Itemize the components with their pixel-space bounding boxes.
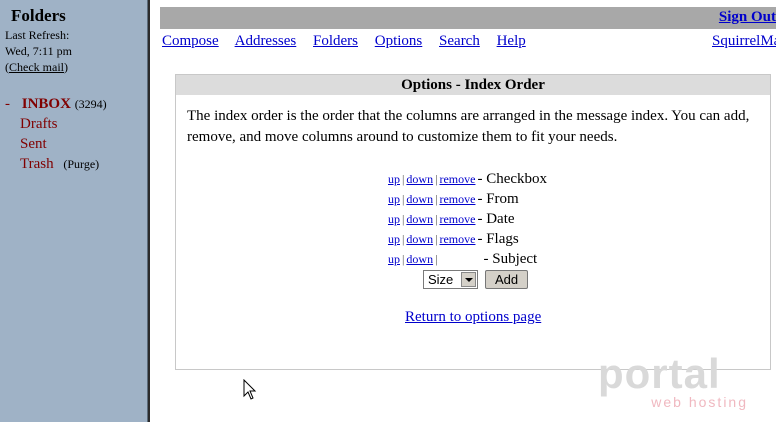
remove-link[interactable]: remove xyxy=(439,212,475,226)
separator: | xyxy=(402,192,405,206)
down-link[interactable]: down xyxy=(406,232,433,246)
down-link[interactable]: down xyxy=(406,172,433,186)
inbox-label[interactable]: INBOX xyxy=(22,96,71,112)
column-select-value: Size xyxy=(428,272,454,287)
separator: | xyxy=(435,232,438,246)
nav-search[interactable]: Search xyxy=(439,33,480,49)
mouse-pointer-icon xyxy=(243,379,257,400)
drafts-label[interactable]: Drafts xyxy=(20,116,58,132)
down-link[interactable]: down xyxy=(406,212,433,226)
separator: | xyxy=(435,192,438,206)
up-link[interactable]: up xyxy=(388,232,400,246)
folders-title: Folders xyxy=(11,6,66,25)
down-link[interactable]: down xyxy=(406,252,433,266)
folder-sent[interactable]: Sent xyxy=(20,136,47,153)
separator: | xyxy=(402,232,405,246)
up-link[interactable]: up xyxy=(388,172,400,186)
column-row-flags: up | down | remove - Flags xyxy=(388,231,519,248)
top-bar: Sign Out xyxy=(160,7,776,29)
down-link[interactable]: down xyxy=(406,192,433,206)
folder-drafts[interactable]: Drafts xyxy=(20,116,58,133)
up-link[interactable]: up xyxy=(388,192,400,206)
column-label: - Checkbox xyxy=(477,171,548,187)
check-mail-wrap: (Check mail) xyxy=(5,60,68,74)
separator: | xyxy=(435,212,438,226)
chevron-down-icon[interactable] xyxy=(461,272,476,287)
last-refresh-time: Wed, 7:11 pm xyxy=(5,44,72,58)
separator: | xyxy=(402,172,405,186)
separator: | xyxy=(435,172,438,186)
logo-tagline: web hosting xyxy=(651,394,748,410)
portal-logo: portal web hosting xyxy=(598,352,748,414)
separator: | xyxy=(435,252,438,266)
column-label: - Flags xyxy=(477,231,519,247)
sign-out-link[interactable]: Sign Out xyxy=(719,9,776,26)
separator: | xyxy=(402,252,405,266)
column-label: - From xyxy=(477,191,519,207)
intro-text: The index order is the order that the co… xyxy=(187,108,750,145)
folder-trash[interactable]: Trash (Purge) xyxy=(20,156,99,173)
nav-compose[interactable]: Compose xyxy=(162,33,219,49)
index-order-panel: Options - Index Order The index order is… xyxy=(175,74,771,370)
brand-link[interactable]: SquirrelMail xyxy=(712,33,776,50)
sent-label[interactable]: Sent xyxy=(20,136,47,152)
column-row-date: up | down | remove - Date xyxy=(388,211,515,228)
remove-link[interactable]: remove xyxy=(439,232,475,246)
return-to-options-link[interactable]: Return to options page xyxy=(405,309,541,326)
column-label: - Date xyxy=(477,211,515,227)
remove-link[interactable]: remove xyxy=(439,192,475,206)
inbox-marker: - xyxy=(5,96,10,112)
trash-label[interactable]: Trash xyxy=(20,156,54,172)
column-row-from: up | down | remove - From xyxy=(388,191,519,208)
nav-help[interactable]: Help xyxy=(497,33,526,49)
column-row-subject: up | down | - Subject xyxy=(388,251,537,268)
logo-wordmark: portal xyxy=(598,350,721,397)
nav-folders[interactable]: Folders xyxy=(313,33,358,49)
column-select[interactable]: Size xyxy=(423,270,478,289)
remove-link[interactable]: remove xyxy=(439,172,475,186)
add-button[interactable]: Add xyxy=(485,270,529,289)
folders-frame: Folders Last Refresh: Wed, 7:11 pm (Chec… xyxy=(0,0,147,422)
check-mail-link[interactable]: Check mail xyxy=(9,60,64,74)
main-nav: Compose Addresses Folders Options Search… xyxy=(162,33,539,50)
purge-link[interactable]: (Purge) xyxy=(63,157,99,171)
nav-addresses[interactable]: Addresses xyxy=(235,33,297,49)
nav-options[interactable]: Options xyxy=(375,33,423,49)
inbox-count: (3294) xyxy=(74,97,107,111)
column-row-checkbox: up | down | remove - Checkbox xyxy=(388,171,547,188)
up-link[interactable]: up xyxy=(388,252,400,266)
folder-inbox[interactable]: - INBOX (3294) xyxy=(5,96,107,113)
column-label: - Subject xyxy=(483,251,538,267)
last-refresh-label: Last Refresh: xyxy=(5,28,70,42)
panel-title: Options - Index Order xyxy=(176,75,770,95)
frame-divider[interactable] xyxy=(147,0,150,422)
up-link[interactable]: up xyxy=(388,212,400,226)
add-column-row: Size Add xyxy=(423,270,529,289)
separator: | xyxy=(402,212,405,226)
